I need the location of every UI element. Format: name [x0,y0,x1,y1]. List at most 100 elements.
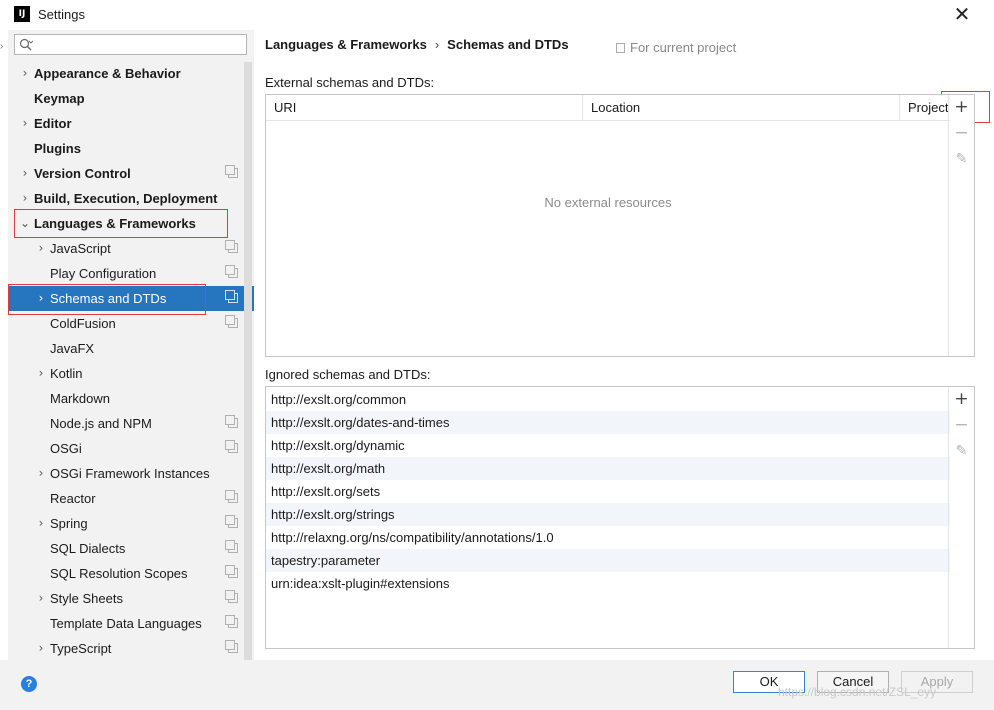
sidebar-item-javascript[interactable]: › JavaScript [8,236,254,261]
ignored-schemas-label: Ignored schemas and DTDs: [265,367,431,382]
ignored-schemas-table[interactable]: http://exslt.org/common http://exslt.org/… [265,386,975,649]
table-row[interactable]: http://exslt.org/strings [266,503,950,526]
sidebar-item-sql-dialects[interactable]: SQL Dialects [8,536,254,561]
sidebar-item-label: Appearance & Behavior [34,66,181,81]
table-row[interactable]: http://exslt.org/common [266,388,950,411]
table-row[interactable]: http://exslt.org/dates-and-times [266,411,950,434]
sidebar-item-schemas-and-dtds[interactable]: › Schemas and DTDs [8,286,254,311]
sidebar-scrollbar[interactable] [244,62,252,660]
sidebar-item-javafx[interactable]: JavaFX [8,336,254,361]
project-scope-icon [225,490,238,503]
sidebar-item-label: Node.js and NPM [50,416,152,431]
sidebar-item-label: TypeScript [50,641,112,656]
external-toolbar: + − ✎ [948,95,974,356]
sidebar-item-osgi[interactable]: OSGi [8,436,254,461]
watermark: https://blog.csdn.net/ZSL_eyy [778,685,937,699]
external-schemas-label: External schemas and DTDs: [265,75,435,90]
project-scope-icon [225,165,238,178]
table-row[interactable]: http://exslt.org/sets [266,480,950,503]
sidebar-item-label: Reactor [50,491,96,506]
sidebar-item-spring[interactable]: › Spring [8,511,254,536]
sidebar-item-build-execution-deployment[interactable]: › Build, Execution, Deployment [8,186,254,211]
sidebar-item-label: Editor [34,116,72,131]
remove-icon[interactable]: − [949,413,974,438]
chevron-right-icon[interactable]: › [19,186,31,211]
sidebar-item-kotlin[interactable]: › Kotlin [8,361,254,386]
table-row[interactable]: urn:idea:xslt-plugin#extensions [266,572,950,595]
chevron-right-icon[interactable]: › [19,161,31,186]
sidebar-item-style-sheets[interactable]: › Style Sheets [8,586,254,611]
chevron-right-icon[interactable]: › [19,61,31,86]
sidebar-item-markdown[interactable]: Markdown [8,386,254,411]
sidebar-item-plugins[interactable]: Plugins [8,136,254,161]
search-input[interactable] [14,34,247,55]
edit-icon[interactable]: ✎ [949,439,974,464]
remove-icon[interactable]: − [949,121,974,146]
table-row[interactable]: tapestry:parameter [266,549,950,572]
chevron-right-icon[interactable]: › [35,636,47,661]
table-row[interactable]: http://exslt.org/dynamic [266,434,950,457]
chevron-right-icon[interactable]: › [35,461,47,486]
sidebar-item-label: Style Sheets [50,591,123,606]
sidebar-item-label: SQL Resolution Scopes [50,566,188,581]
table-row[interactable]: http://relaxng.org/ns/compatibility/anno… [266,526,950,549]
sidebar-item-label: Play Configuration [50,266,157,281]
chevron-right-icon[interactable]: › [35,361,47,386]
sidebar-item-label: Version Control [34,166,131,181]
sidebar-item-version-control[interactable]: › Version Control [8,161,254,186]
column-project[interactable]: Project [900,95,950,120]
sidebar-item-sql-resolution-scopes[interactable]: SQL Resolution Scopes [8,561,254,586]
sidebar-item-label: OSGi Framework Instances [50,466,210,481]
project-scope-icon [225,240,238,253]
scope-text: For current project [630,40,737,55]
sidebar-item-label: OSGi [50,441,82,456]
sidebar-item-label: Kotlin [50,366,83,381]
sidebar-item-label: Schemas and DTDs [50,291,167,306]
sidebar-item-label: JavaFX [50,341,95,356]
app-logo-icon: IJ [14,6,30,22]
chevron-down-icon[interactable]: ⌄ [19,211,31,236]
sidebar-item-reactor[interactable]: Reactor [8,486,254,511]
project-scope-icon [225,540,238,553]
sidebar-item-label: Build, Execution, Deployment [34,191,218,206]
external-schemas-table[interactable]: URI Location Project No external resourc… [265,94,975,357]
chevron-right-icon[interactable]: › [35,511,47,536]
breadcrumb-parent[interactable]: Languages & Frameworks [265,37,427,52]
column-location[interactable]: Location [583,95,900,120]
project-scope-icon [225,315,238,328]
sidebar-item-play-configuration[interactable]: Play Configuration [8,261,254,286]
add-icon[interactable]: + [949,95,974,120]
edit-icon[interactable]: ✎ [949,147,974,172]
sidebar-item-label: SQL Dialects [50,541,126,556]
breadcrumb-separator: › [434,37,440,52]
window-title: Settings [38,7,85,22]
project-scope-icon [225,265,238,278]
sidebar-item-label: Languages & Frameworks [34,216,196,231]
sidebar-item-label: Spring [50,516,88,531]
sidebar-item-label: Keymap [34,91,85,106]
sidebar-item-coldfusion[interactable]: ColdFusion [8,311,254,336]
sidebar-item-appearance-behavior[interactable]: › Appearance & Behavior [8,61,254,86]
table-row[interactable]: http://exslt.org/math [266,457,950,480]
column-uri[interactable]: URI [266,95,583,120]
chevron-right-icon[interactable]: › [35,586,47,611]
chevron-right-icon[interactable]: › [19,111,31,136]
add-icon[interactable]: + [949,387,974,412]
project-scope-icon [225,590,238,603]
search-icon [19,38,33,51]
project-scope-icon [225,565,238,578]
project-scope-icon [225,615,238,628]
page-icon [616,43,625,53]
chevron-right-icon[interactable]: › [35,236,47,261]
sidebar-item-template-data-languages[interactable]: Template Data Languages [8,611,254,636]
help-icon[interactable]: ? [21,676,37,692]
sidebar-item-keymap[interactable]: Keymap [8,86,254,111]
sidebar-item-osgi-framework-instances[interactable]: › OSGi Framework Instances [8,461,254,486]
chevron-right-icon: › [0,41,4,52]
sidebar-item-node-js-and-npm[interactable]: Node.js and NPM [8,411,254,436]
close-icon[interactable]: ✕ [950,2,974,26]
sidebar-item-editor[interactable]: › Editor [8,111,254,136]
chevron-right-icon[interactable]: › [35,286,47,311]
sidebar-item-typescript[interactable]: › TypeScript [8,636,254,661]
sidebar-item-languages-frameworks[interactable]: ⌄ Languages & Frameworks [8,211,254,236]
